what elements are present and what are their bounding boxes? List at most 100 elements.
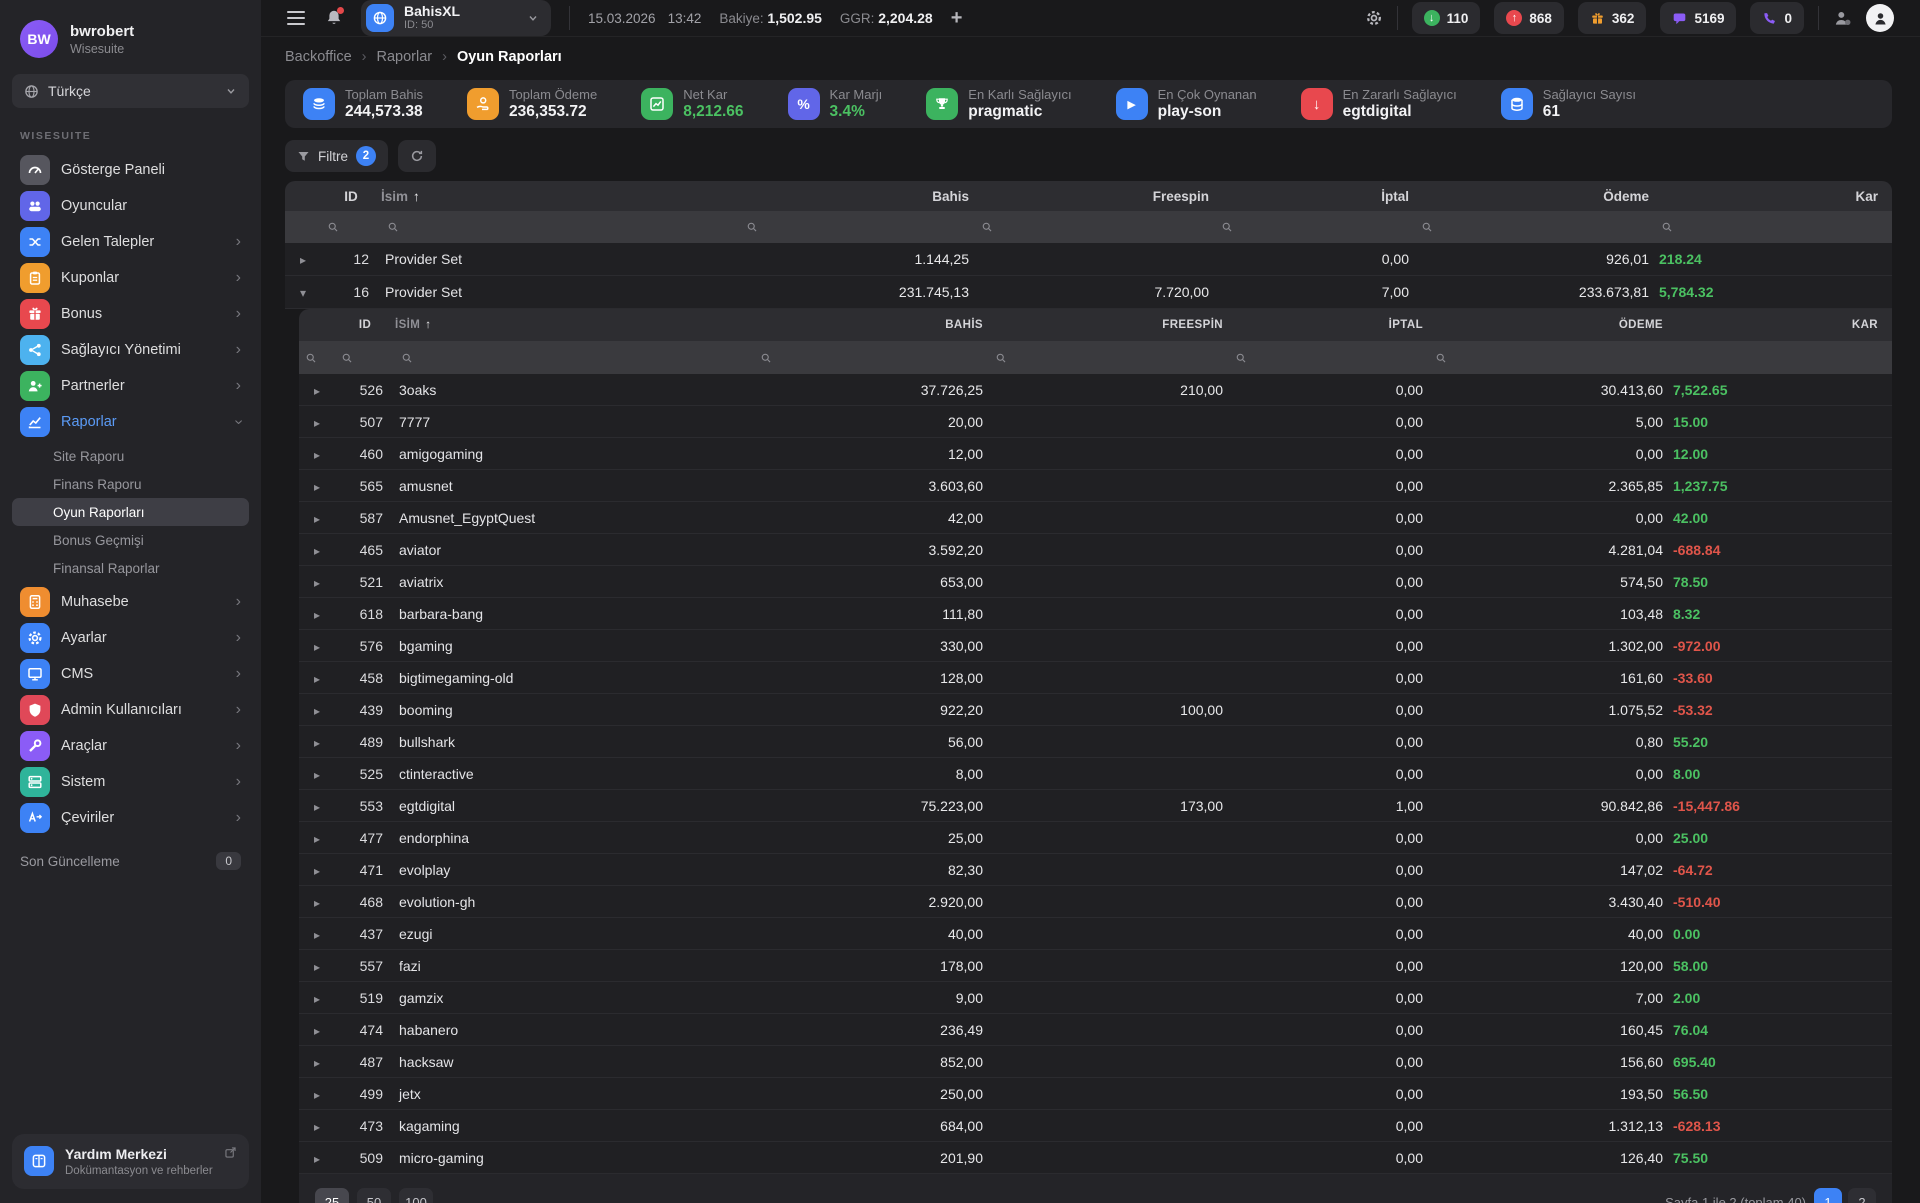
column-search-input[interactable] xyxy=(975,221,1215,233)
row-expand-icon[interactable] xyxy=(299,1152,335,1166)
column-search-input[interactable] xyxy=(754,352,989,364)
row-expand-icon[interactable] xyxy=(299,544,335,558)
sidebar-item-ayarlar[interactable]: Ayarlar › xyxy=(12,620,249,656)
table-row[interactable]: 474 habanero 236,49 0,00 160,45 76.04 xyxy=(299,1014,1892,1046)
column-search-input[interactable] xyxy=(989,352,1229,364)
column-search-input[interactable] xyxy=(1429,352,1669,364)
notifications-bell-icon[interactable] xyxy=(325,9,343,27)
page-size-button[interactable]: 25 xyxy=(315,1188,349,1203)
sidebar-subitem-finans-raporu[interactable]: Finans Raporu xyxy=(12,470,249,498)
sidebar-item-araclar[interactable]: Araçlar › xyxy=(12,728,249,764)
refresh-button[interactable] xyxy=(398,140,436,172)
sidebar-item-partnerler[interactable]: Partnerler › xyxy=(12,368,249,404)
col-header-iptal[interactable]: İPTAL xyxy=(1229,319,1429,331)
messages-badge[interactable]: 5169 xyxy=(1660,2,1736,34)
table-row[interactable]: 477 endorphina 25,00 0,00 0,00 25.00 xyxy=(299,822,1892,854)
col-header-id[interactable]: ID xyxy=(335,319,395,331)
page-size-button[interactable]: 50 xyxy=(357,1188,391,1203)
row-expand-icon[interactable] xyxy=(299,960,335,974)
row-expand-icon[interactable] xyxy=(299,1088,335,1102)
sidebar-subitem-oyun-raporlari[interactable]: Oyun Raporları xyxy=(12,498,249,526)
row-expand-icon[interactable] xyxy=(299,672,335,686)
row-expand-icon[interactable] xyxy=(299,864,335,878)
row-expand-icon[interactable] xyxy=(299,576,335,590)
sidebar-item-saglayici-yonetimi[interactable]: Sağlayıcı Yönetimi › xyxy=(12,332,249,368)
column-search-input[interactable] xyxy=(1415,221,1655,233)
column-search-input[interactable] xyxy=(1229,352,1429,364)
col-header-kar[interactable]: Kar xyxy=(1655,189,1892,204)
table-row[interactable]: 526 3oaks 37.726,25 210,00 0,00 30.413,6… xyxy=(299,374,1892,406)
row-expand-icon[interactable] xyxy=(285,286,321,300)
sidebar-item-kuponlar[interactable]: Kuponlar › xyxy=(12,260,249,296)
page-size-button[interactable]: 100 xyxy=(399,1188,433,1203)
col-header-odeme[interactable]: ÖDEME xyxy=(1429,319,1669,331)
sidebar-item-bonus[interactable]: Bonus › xyxy=(12,296,249,332)
table-row[interactable]: 499 jetx 250,00 0,00 193,50 56.50 xyxy=(299,1078,1892,1110)
table-row[interactable]: 519 gamzix 9,00 0,00 7,00 2.00 xyxy=(299,982,1892,1014)
col-header-kar[interactable]: KAR xyxy=(1669,319,1892,331)
help-center-card[interactable]: Yardım Merkezi Dokümantasyon ve rehberle… xyxy=(12,1134,249,1189)
filter-button[interactable]: Filtre 2 xyxy=(285,140,388,172)
row-expand-icon[interactable] xyxy=(299,1056,335,1070)
row-expand-icon[interactable] xyxy=(299,832,335,846)
row-expand-icon[interactable] xyxy=(299,992,335,1006)
sidebar-item-sistem[interactable]: Sistem › xyxy=(12,764,249,800)
table-row[interactable]: 565 amusnet 3.603,60 0,00 2.365,85 1,237… xyxy=(299,470,1892,502)
menu-toggle-icon[interactable] xyxy=(287,11,305,25)
bonus-badge[interactable]: 362 xyxy=(1578,2,1647,34)
calls-badge[interactable]: 0 xyxy=(1750,2,1804,34)
sidebar-item-muhasebe[interactable]: Muhasebe › xyxy=(12,584,249,620)
account-avatar-icon[interactable] xyxy=(1866,4,1894,32)
column-search-input[interactable] xyxy=(1215,221,1415,233)
impersonate-user-icon[interactable] xyxy=(1833,9,1852,28)
table-row[interactable]: 587 Amusnet_EgyptQuest 42,00 0,00 0,00 4… xyxy=(299,502,1892,534)
row-expand-icon[interactable] xyxy=(299,928,335,942)
sidebar-subitem-finansal-raporlar[interactable]: Finansal Raporlar xyxy=(12,554,249,582)
table-row[interactable]: 487 hacksaw 852,00 0,00 156,60 695.40 xyxy=(299,1046,1892,1078)
column-search-input[interactable] xyxy=(1655,221,1892,233)
table-row[interactable]: 509 micro-gaming 201,90 0,00 126,40 75.5… xyxy=(299,1142,1892,1174)
col-header-bahis[interactable]: Bahis xyxy=(740,189,975,204)
sidebar-item-admin-kullanicilari[interactable]: Admin Kullanıcıları › xyxy=(12,692,249,728)
sidebar-subitem-bonus-gecmisi[interactable]: Bonus Geçmişi xyxy=(12,526,249,554)
column-search-input[interactable] xyxy=(335,352,395,364)
table-row[interactable]: 471 evolplay 82,30 0,00 147,02 -64.72 xyxy=(299,854,1892,886)
row-expand-icon[interactable] xyxy=(299,896,335,910)
row-expand-icon[interactable] xyxy=(299,512,335,526)
sidebar-item-cms[interactable]: CMS › xyxy=(12,656,249,692)
column-search-input[interactable] xyxy=(299,352,335,364)
breadcrumb-raporlar[interactable]: Raporlar xyxy=(376,49,432,65)
row-expand-icon[interactable] xyxy=(299,480,335,494)
row-expand-icon[interactable] xyxy=(299,704,335,718)
row-expand-icon[interactable] xyxy=(299,1120,335,1134)
col-header-isim[interactable]: İsim↑ xyxy=(381,189,740,204)
table-row[interactable]: 553 egtdigital 75.223,00 173,00 1,00 90.… xyxy=(299,790,1892,822)
column-search-input[interactable] xyxy=(395,352,754,364)
deposits-badge[interactable]: ↓ 110 xyxy=(1412,2,1481,34)
row-expand-icon[interactable] xyxy=(299,736,335,750)
table-row[interactable]: 460 amigogaming 12,00 0,00 0,00 12.00 xyxy=(299,438,1892,470)
sidebar-item-ceviriler[interactable]: Çeviriler › xyxy=(12,800,249,836)
add-icon[interactable]: + xyxy=(951,7,963,30)
settings-gear-icon[interactable] xyxy=(1365,9,1383,27)
user-profile[interactable]: BW bwrobert Wisesuite xyxy=(12,20,249,58)
table-row[interactable]: 465 aviator 3.592,20 0,00 4.281,04 -688.… xyxy=(299,534,1892,566)
row-expand-icon[interactable] xyxy=(299,640,335,654)
language-selector[interactable]: Türkçe xyxy=(12,74,249,108)
table-row[interactable]: 12 Provider Set 1.144,25 0,00 926,01 218… xyxy=(285,243,1892,276)
sidebar-item-raporlar[interactable]: Raporlar › xyxy=(12,404,249,440)
table-row[interactable]: 576 bgaming 330,00 0,00 1.302,00 -972.00 xyxy=(299,630,1892,662)
column-search-input[interactable] xyxy=(321,221,381,233)
table-row[interactable]: 458 bigtimegaming-old 128,00 0,00 161,60… xyxy=(299,662,1892,694)
row-expand-icon[interactable] xyxy=(299,768,335,782)
col-header-odeme[interactable]: Ödeme xyxy=(1415,189,1655,204)
sidebar-subitem-site-raporu[interactable]: Site Raporu xyxy=(12,442,249,470)
table-row[interactable]: 439 booming 922,20 100,00 0,00 1.075,52 … xyxy=(299,694,1892,726)
col-header-iptal[interactable]: İptal xyxy=(1215,189,1415,204)
last-update-row[interactable]: Son Güncelleme 0 xyxy=(12,852,249,870)
col-header-id[interactable]: ID xyxy=(321,189,381,204)
table-row[interactable]: 437 ezugi 40,00 0,00 40,00 0.00 xyxy=(299,918,1892,950)
row-expand-icon[interactable] xyxy=(299,608,335,622)
col-header-isim[interactable]: İSİM↑ xyxy=(395,319,754,331)
table-row[interactable]: 489 bullshark 56,00 0,00 0,80 55.20 xyxy=(299,726,1892,758)
